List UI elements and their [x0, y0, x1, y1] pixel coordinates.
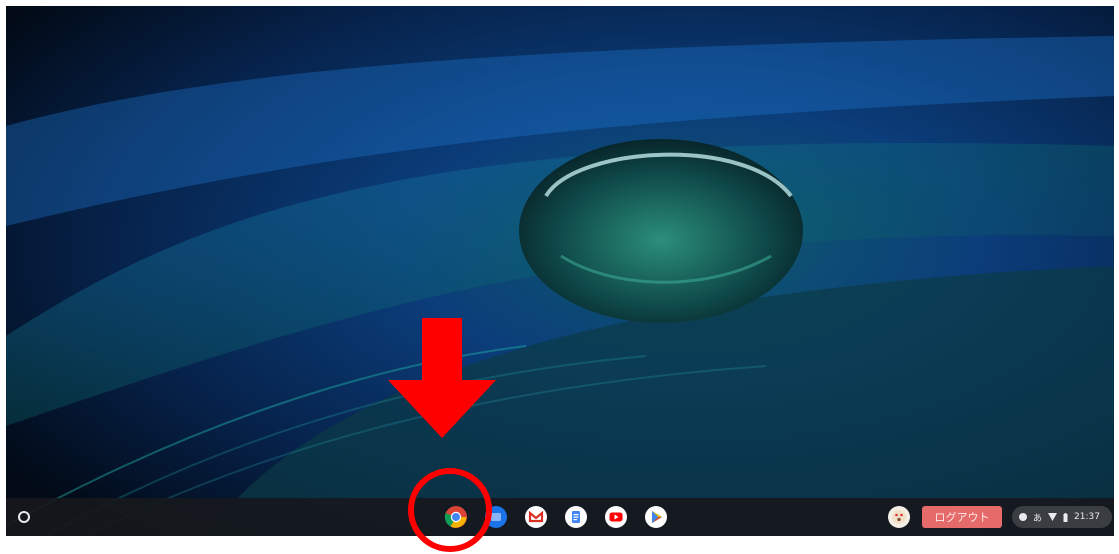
docs-icon[interactable]: [564, 505, 588, 529]
wallpaper-peacock-feather: [6, 6, 1114, 536]
status-tray[interactable]: あ 21:37: [1012, 506, 1112, 528]
shelf: ログアウト あ 21:37: [6, 498, 1114, 536]
launcher-icon: [18, 511, 30, 523]
annotation-arrow-down-icon: [388, 318, 496, 438]
youtube-icon[interactable]: [604, 505, 628, 529]
battery-icon: [1063, 512, 1068, 522]
ime-indicator: あ: [1033, 513, 1043, 524]
gmail-icon[interactable]: [524, 505, 548, 529]
logout-button[interactable]: ログアウト: [922, 506, 1002, 528]
play-store-icon[interactable]: [644, 505, 668, 529]
wifi-icon: [1048, 513, 1058, 521]
avatar-icon: [892, 510, 906, 524]
annotation-highlight-circle: [408, 468, 492, 552]
clock-time: 21:37: [1074, 512, 1100, 522]
desktop: ログアウト あ 21:37: [6, 6, 1114, 536]
user-avatar[interactable]: [888, 506, 910, 528]
notification-icon: [1019, 513, 1027, 521]
launcher-button[interactable]: [13, 506, 35, 528]
